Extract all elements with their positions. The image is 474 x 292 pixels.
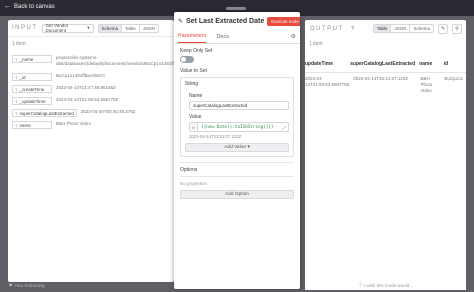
table-cell: BuCp1o1 bbox=[444, 76, 464, 81]
tab-docs[interactable]: Docs bbox=[216, 34, 229, 43]
schema-field-value: BuCp1o1481ffbwviWcIzi bbox=[56, 73, 105, 78]
schema-row: T _name projects/do-systems-ab5/databases… bbox=[8, 55, 174, 67]
schema-field-value: 2023-04-14T21:55:53.566770Z bbox=[56, 97, 119, 102]
schema-row: T _id BuCp1o1481ffbwviWcIzi bbox=[8, 73, 174, 81]
drag-handle[interactable] bbox=[226, 7, 246, 10]
string-type-icon: T bbox=[15, 98, 18, 104]
schema-field-value: 2023-04-14T21:47:48.95166Z bbox=[56, 85, 116, 90]
value-expression-field[interactable]: fx {{new Date().toISOString()}} ⤢ bbox=[189, 122, 289, 132]
add-option-button[interactable]: Add Option bbox=[180, 190, 294, 199]
schema-field-name[interactable]: T _id bbox=[12, 73, 52, 81]
table-header-cell: name bbox=[419, 60, 433, 67]
schema-field-name[interactable]: Tname bbox=[12, 121, 52, 129]
value-group: String Name superCatalogLastExtracted Va… bbox=[180, 77, 294, 157]
pin-data-icon[interactable]: ? bbox=[348, 24, 358, 34]
node-title[interactable]: Set Last Extracted Date bbox=[186, 18, 264, 25]
input-node-select[interactable]: Get Vendor Document ▾ bbox=[41, 23, 94, 33]
back-to-canvas-button[interactable]: ← Back to canvas bbox=[4, 3, 55, 10]
schema-field-value: projects/do-systems-ab5/databases/(defau… bbox=[56, 55, 174, 66]
feedback-link[interactable]: ⓘ I wish this mode would... bbox=[305, 280, 466, 290]
tab-parameters[interactable]: Parameters bbox=[178, 33, 207, 43]
string-type-icon: T bbox=[15, 110, 18, 116]
schema-field-name[interactable]: T _createTime bbox=[12, 85, 52, 93]
name-label: Name bbox=[189, 93, 203, 99]
execute-node-button[interactable]: Execute node bbox=[267, 16, 300, 26]
name-field[interactable]: superCatalogLastExtracted bbox=[189, 101, 289, 110]
tab-table[interactable]: Table bbox=[373, 25, 392, 32]
input-title: INPUT bbox=[12, 25, 38, 31]
edit-icon[interactable]: ✎ bbox=[438, 23, 448, 34]
divider bbox=[180, 162, 294, 163]
pencil-icon: ✎ bbox=[178, 18, 184, 25]
tab-json[interactable]: JSON bbox=[391, 25, 411, 32]
input-item-count: 1 item bbox=[12, 41, 26, 47]
string-type-icon: T bbox=[15, 74, 18, 80]
schema-row: Tname B&H Photo Video bbox=[8, 121, 174, 129]
back-to-canvas-label: Back to canvas bbox=[14, 3, 55, 10]
value-label: Value bbox=[189, 114, 202, 120]
table-header-cell: updateTime bbox=[305, 60, 333, 67]
input-header: INPUT Get Vendor Document ▾ Schema Table… bbox=[8, 20, 174, 37]
expression-result: 2023-04-14T22:21:07.123Z bbox=[189, 134, 242, 139]
chevron-down-icon: ▾ bbox=[87, 25, 90, 30]
expand-icon[interactable]: ⤢ bbox=[283, 125, 288, 130]
node-settings-modal: ✎ Set Last Extracted Date Execute node P… bbox=[174, 12, 300, 289]
keep-only-set-toggle[interactable] bbox=[180, 56, 194, 63]
divider bbox=[180, 176, 294, 177]
input-panel: INPUT Get Vendor Document ▾ Schema Table… bbox=[8, 20, 174, 282]
schema-field-name[interactable]: T _name bbox=[12, 55, 52, 63]
string-type-icon: T bbox=[15, 122, 18, 128]
tab-schema[interactable]: Schema bbox=[410, 25, 433, 32]
chevron-down-icon: ▾ bbox=[247, 145, 250, 150]
output-header: OUTPUT ? Table JSON Schema ✎ ⚲ bbox=[305, 20, 466, 37]
value-to-set-label: Value to Set bbox=[180, 68, 207, 74]
output-view-tabs: Table JSON Schema bbox=[372, 24, 434, 33]
gear-icon[interactable]: ⚙ bbox=[291, 33, 296, 40]
input-footer: ◆ Also Extracting bbox=[9, 282, 45, 288]
tab-json[interactable]: JSON bbox=[140, 25, 158, 32]
modal-header: ✎ Set Last Extracted Date Execute node bbox=[174, 12, 300, 30]
schema-field-name[interactable]: T _updateTime bbox=[12, 97, 52, 105]
schema-row: T _updateTime 2023-04-14T21:55:53.566770Z bbox=[8, 97, 174, 105]
table-cell: B&H Photo Video bbox=[420, 76, 433, 93]
schema-row: T _createTime 2023-04-14T21:47:48.95166Z bbox=[8, 85, 174, 93]
schema-field-name[interactable]: TsuperCatalogLastExtracted bbox=[12, 109, 77, 117]
schema-field-value: B&H Photo Video bbox=[56, 121, 91, 126]
expression-code: {{new Date().toISOString()}} bbox=[201, 124, 274, 130]
fx-icon: fx bbox=[190, 123, 199, 131]
output-item-count: 1 item bbox=[309, 41, 323, 47]
table-cell: 2023-04-14T22:21:07.123Z bbox=[353, 76, 409, 81]
add-value-button[interactable]: Add Value ▾ bbox=[185, 143, 289, 152]
schema-field-value: 2023-04-20T00:40:48.376Z bbox=[80, 109, 136, 114]
table-header-cell: superCatalogLastExtracted bbox=[350, 60, 416, 67]
string-type-icon: T bbox=[15, 56, 18, 62]
table-header-cell: id bbox=[443, 60, 449, 67]
output-table: updateTime superCatalogLastExtracted nam… bbox=[305, 55, 466, 94]
input-view-tabs: Schema Table JSON bbox=[97, 23, 159, 33]
keep-only-set-label: Keep Only Set bbox=[180, 48, 213, 54]
arrow-left-icon: ← bbox=[4, 3, 11, 10]
tab-schema[interactable]: Schema bbox=[98, 24, 123, 32]
no-properties-text: No properties bbox=[180, 181, 208, 186]
modal-tabs: Parameters Docs ⚙ bbox=[174, 30, 300, 44]
output-panel: OUTPUT ? Table JSON Schema ✎ ⚲ 1 item up… bbox=[305, 20, 466, 282]
tab-table[interactable]: Table bbox=[122, 24, 140, 32]
table-header-row: updateTime superCatalogLastExtracted nam… bbox=[305, 55, 466, 73]
table-cell: 2023-04-14T21:55:53.566770Z bbox=[305, 76, 350, 87]
node-icon: ◆ bbox=[9, 282, 13, 287]
options-label: Options bbox=[180, 167, 198, 173]
string-type-icon: T bbox=[15, 86, 18, 92]
pin-icon[interactable]: ⚲ bbox=[452, 23, 462, 34]
schema-row: TsuperCatalogLastExtracted 2023-04-20T00… bbox=[8, 109, 174, 117]
table-row: 2023-04-14T21:55:53.566770Z 2023-04-14T2… bbox=[305, 73, 466, 94]
output-title: OUTPUT bbox=[310, 25, 344, 32]
string-label: String bbox=[185, 81, 199, 87]
